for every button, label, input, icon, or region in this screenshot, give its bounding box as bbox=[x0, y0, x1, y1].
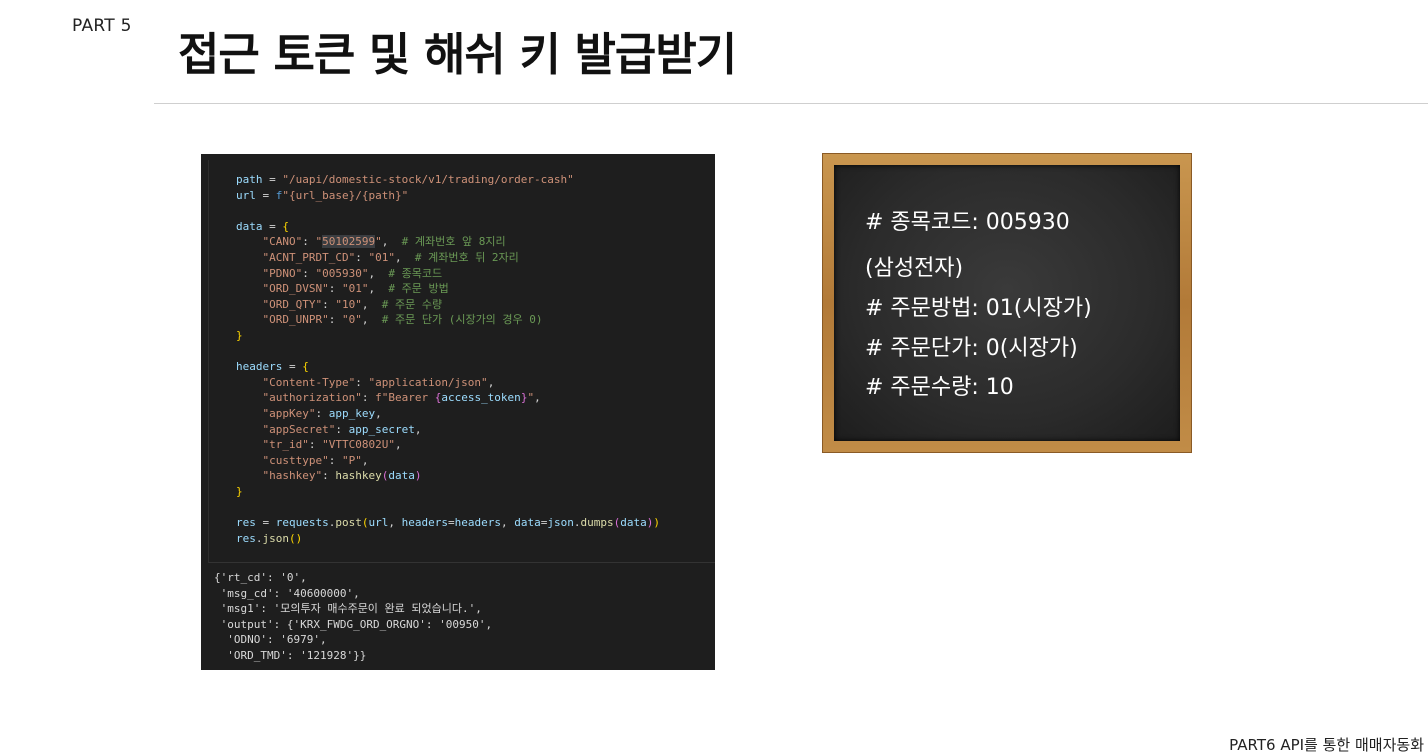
code-token: "authorization" bbox=[262, 391, 362, 405]
board-line-order-price: # 주문단가: 0(시장가) bbox=[865, 336, 1078, 361]
chalkboard: # 종목코드: 005930 (삼성전자) # 주문방법: 01(시장가) # … bbox=[822, 153, 1192, 453]
output-line: 'msg1': '모의투자 매수주문이 완료 되었습니다.', bbox=[214, 602, 482, 616]
code-token: "ORD_QTY" bbox=[262, 297, 323, 311]
code-token: "appKey" bbox=[262, 406, 316, 420]
output-line: 'ORD_TMD': '121928'}} bbox=[214, 648, 367, 662]
code-token: "ORD_DVSN" bbox=[262, 282, 329, 296]
code-token: "ACNT_PRDT_CD" bbox=[262, 250, 356, 264]
code-token: url bbox=[236, 188, 256, 202]
selected-text: 50102599 bbox=[322, 235, 376, 249]
code-token: data bbox=[514, 516, 541, 530]
code-token: json bbox=[262, 531, 290, 545]
code-token: "tr_id" bbox=[262, 438, 309, 452]
code-token: app_key bbox=[328, 406, 376, 420]
code-token: app_secret bbox=[348, 422, 415, 436]
code-token: f"Bearer bbox=[375, 391, 435, 405]
code-token: " bbox=[527, 391, 535, 405]
code-comment: # 주문 단가 (시장가의 경우 0) bbox=[381, 313, 543, 327]
code-token: "01" bbox=[368, 250, 395, 264]
code-token: "0" bbox=[341, 313, 362, 327]
code-token: "appSecret" bbox=[262, 422, 336, 436]
code-token: "005930" bbox=[315, 266, 369, 280]
page-title: 접근 토큰 및 해쉬 키 발급받기 bbox=[178, 28, 737, 81]
output-line: 'output': {'KRX_FWDG_ORD_ORGNO': '00950'… bbox=[214, 617, 493, 631]
code-token: "CANO" bbox=[262, 235, 303, 249]
code-token: post bbox=[335, 516, 362, 530]
code-token: res bbox=[236, 516, 256, 530]
code-comment: # 계좌번호 앞 8지리 bbox=[401, 235, 506, 249]
board-line-stock-name: (삼성전자) bbox=[865, 256, 964, 281]
code-token: "Content-Type" bbox=[262, 375, 356, 389]
code-output: {'rt_cd': '0', 'msg_cd': '40600000', 'ms… bbox=[214, 570, 492, 664]
code-token: headers bbox=[236, 360, 283, 374]
code-token: url bbox=[368, 516, 389, 530]
code-token: "application/json" bbox=[368, 375, 488, 389]
code-token: "{url_base}/{path}" bbox=[282, 188, 409, 202]
code-token: data bbox=[388, 469, 415, 483]
code-screenshot: path = "/uapi/domestic-stock/v1/trading/… bbox=[201, 154, 715, 670]
board-line-order-method: # 주문방법: 01(시장가) bbox=[865, 296, 1092, 321]
code-token: "10" bbox=[335, 297, 362, 311]
code-token: data bbox=[236, 219, 263, 233]
code-token: headers bbox=[401, 516, 448, 530]
code-comment: # 계좌번호 뒤 2자리 bbox=[414, 250, 519, 264]
code-token: "PDNO" bbox=[262, 266, 303, 280]
title-divider bbox=[154, 103, 1428, 104]
code-comment: # 주문 방법 bbox=[388, 282, 449, 296]
footer-caption: PART6 API를 통한 매매자동화 bbox=[1229, 736, 1424, 754]
code-token: requests bbox=[275, 516, 329, 530]
code-token: "/uapi/domestic-stock/v1/trading/order-c… bbox=[282, 173, 574, 186]
code-token: res bbox=[236, 531, 256, 545]
code-token: "hashkey" bbox=[262, 469, 323, 483]
code-token: "custtype" bbox=[262, 453, 329, 467]
code-token: json bbox=[547, 516, 574, 530]
code-token: access_token bbox=[441, 391, 521, 405]
board-line-order-qty: # 주문수량: 10 bbox=[865, 375, 1014, 400]
code-token: hashkey bbox=[335, 469, 382, 483]
code-token: "P" bbox=[341, 453, 362, 467]
board-line-stock-code: # 종목코드: 005930 bbox=[865, 210, 1070, 235]
code-comment: # 종목코드 bbox=[388, 266, 443, 280]
part-label: PART 5 bbox=[72, 16, 132, 36]
python-code: path = "/uapi/domestic-stock/v1/trading/… bbox=[236, 173, 660, 545]
code-token: data bbox=[620, 516, 647, 530]
code-token: path bbox=[236, 173, 263, 186]
output-line: {'rt_cd': '0', bbox=[214, 571, 307, 584]
output-line: 'msg_cd': '40600000', bbox=[214, 586, 360, 600]
code-token: headers bbox=[454, 516, 501, 530]
output-line: 'ODNO': '6979', bbox=[214, 633, 327, 647]
code-token: " bbox=[375, 235, 382, 249]
code-comment: # 주문 수량 bbox=[381, 297, 443, 311]
code-token: "01" bbox=[341, 282, 369, 296]
code-editor-area: path = "/uapi/domestic-stock/v1/trading/… bbox=[208, 160, 715, 563]
code-token: "ORD_UNPR" bbox=[262, 313, 329, 327]
code-token: dumps bbox=[580, 516, 614, 530]
code-token: "VTTC0802U" bbox=[322, 438, 395, 452]
